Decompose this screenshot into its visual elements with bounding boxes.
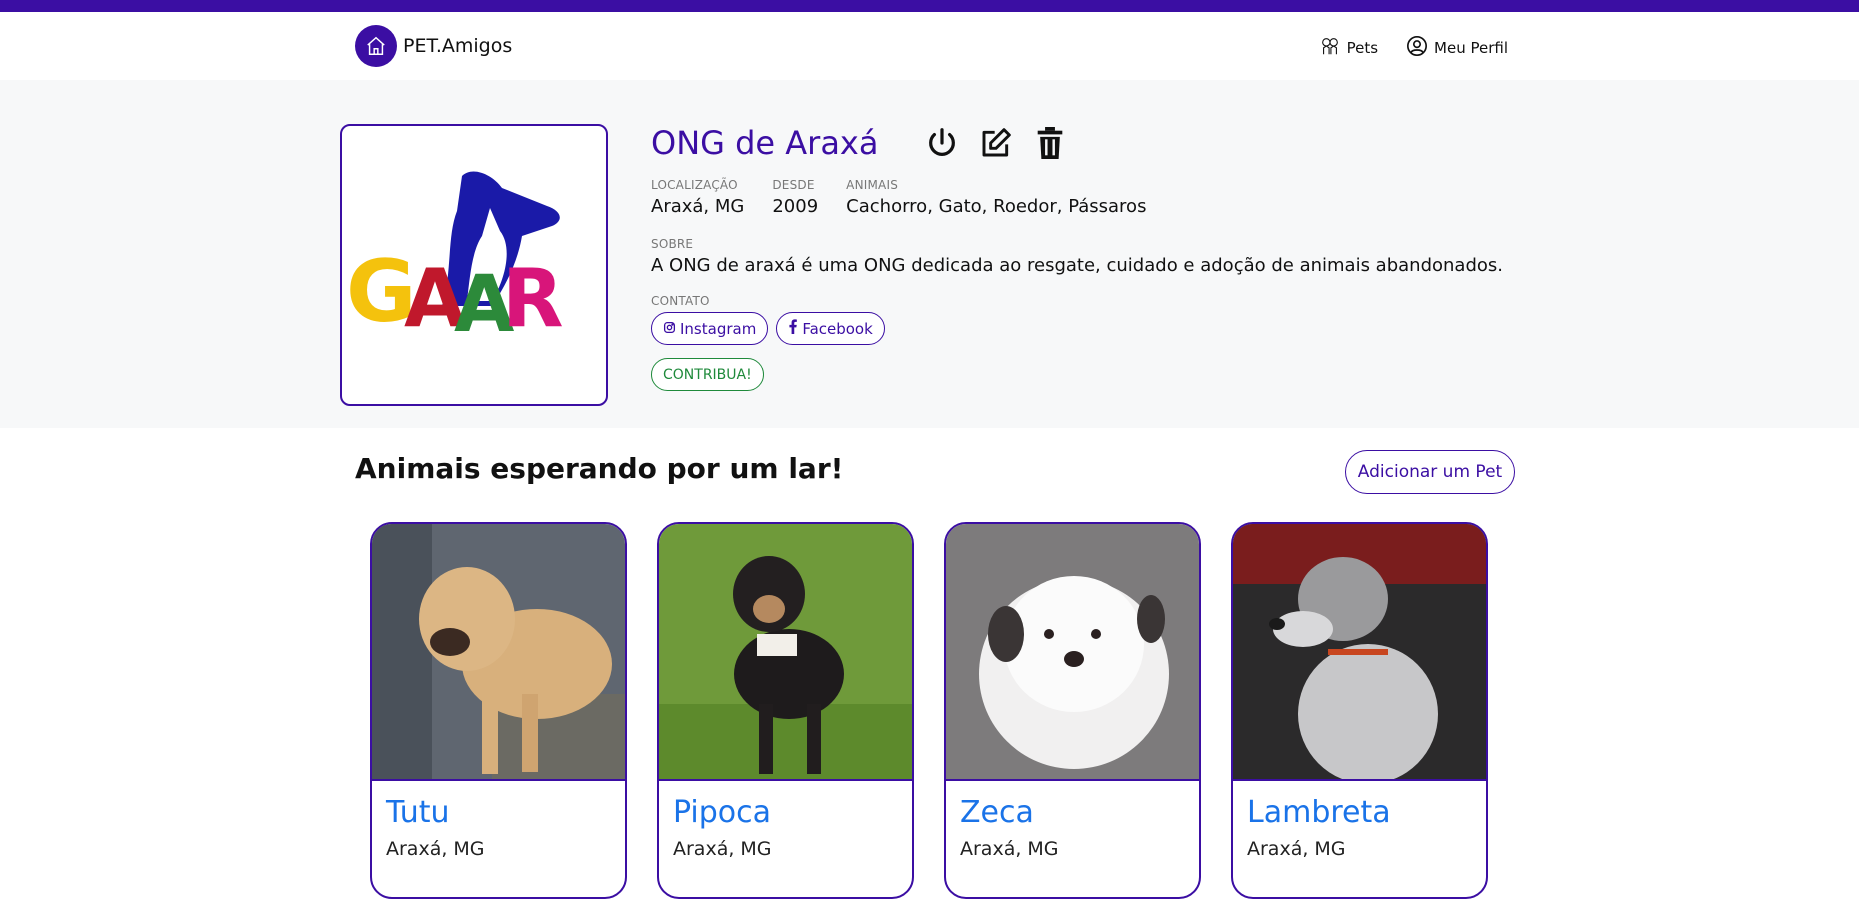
pet-location: Araxá, MG: [386, 838, 485, 860]
brand[interactable]: PET.Amigos: [355, 25, 512, 67]
field-value: Araxá, MG: [651, 196, 745, 217]
pet-name: Lambreta: [1247, 795, 1391, 830]
pet-card[interactable]: Zeca Araxá, MG: [944, 522, 1201, 899]
field-value: 2009: [772, 196, 819, 217]
pet-photo: [946, 524, 1199, 781]
pet-photo: [659, 524, 912, 781]
pet-photo: [372, 524, 625, 781]
facebook-icon: [788, 319, 798, 338]
instagram-button[interactable]: Instagram: [651, 312, 769, 345]
top-accent-bar: [0, 0, 1859, 12]
navbar: PET.Amigos Pets Meu Perfil: [0, 12, 1859, 80]
about-section: SOBRE A ONG de araxá é uma ONG dedicada …: [651, 237, 1503, 276]
add-pet-button[interactable]: Adicionar um Pet: [1345, 450, 1515, 494]
brand-name: PET.Amigos: [403, 35, 513, 57]
pet-name: Zeca: [960, 795, 1034, 830]
facebook-button[interactable]: Facebook: [776, 312, 885, 345]
field-location: LOCALIZAÇÃO Araxá, MG: [651, 178, 744, 217]
pet-location: Araxá, MG: [673, 838, 772, 860]
pets-section-title: Animais esperando por um lar!: [355, 452, 844, 485]
org-name: ONG de Araxá: [651, 124, 879, 162]
pet-cards: Tutu Araxá, MG Pipoca Araxá, MG Zeca Ara…: [370, 522, 1488, 899]
pet-name: Tutu: [386, 795, 450, 830]
field-value: Cachorro, Gato, Roedor, Pássaros: [846, 196, 1147, 217]
about-label: SOBRE: [651, 237, 694, 251]
pet-location: Araxá, MG: [960, 838, 1059, 860]
trash-icon[interactable]: [1032, 125, 1068, 161]
nav-link-label: Meu Perfil: [1434, 39, 1508, 57]
pet-name: Pipoca: [673, 795, 772, 830]
pet-location: Araxá, MG: [1247, 838, 1346, 860]
dogs-icon: [1319, 35, 1341, 61]
profile-fields: LOCALIZAÇÃO Araxá, MG DESDE 2009 ANIMAIS…: [651, 178, 1503, 217]
contact-section: CONTATO Instagram Facebook CONTRIBUA!: [651, 294, 1503, 391]
pet-photo: [1233, 524, 1486, 781]
svg-text:R: R: [502, 252, 564, 345]
nav-links: Pets Meu Perfil: [1319, 35, 1508, 61]
about-text: A ONG de araxá é uma ONG dedicada ao res…: [651, 255, 1503, 276]
instagram-label: Instagram: [680, 319, 757, 338]
contribute-button[interactable]: CONTRIBUA!: [651, 358, 764, 391]
house-icon: [355, 25, 397, 67]
pet-card[interactable]: Tutu Araxá, MG: [370, 522, 627, 899]
field-since: DESDE 2009: [772, 178, 818, 217]
field-label: LOCALIZAÇÃO: [651, 178, 738, 192]
profile-info: ONG de Araxá LOCALIZAÇÃO Araxá, MG DESDE…: [651, 124, 1503, 391]
facebook-label: Facebook: [802, 319, 873, 338]
nav-link-label: Pets: [1346, 39, 1379, 57]
profile-hero: G A A R ONG de Araxá LOCALIZAÇÃO Araxá, …: [0, 80, 1859, 428]
instagram-icon: [663, 320, 676, 338]
org-logo: G A A R: [340, 124, 608, 406]
contact-label: CONTATO: [651, 294, 710, 308]
profile-actions: [924, 125, 1068, 161]
field-label: DESDE: [772, 178, 815, 192]
pet-card[interactable]: Lambreta Araxá, MG: [1231, 522, 1488, 899]
nav-link-pets[interactable]: Pets: [1319, 35, 1378, 61]
edit-icon[interactable]: [978, 125, 1014, 161]
pet-card[interactable]: Pipoca Araxá, MG: [657, 522, 914, 899]
field-label: ANIMAIS: [846, 178, 899, 192]
nav-link-profile[interactable]: Meu Perfil: [1406, 35, 1508, 61]
field-animals: ANIMAIS Cachorro, Gato, Roedor, Pássaros: [846, 178, 1146, 217]
power-icon[interactable]: [924, 125, 960, 161]
user-circle-icon: [1406, 35, 1428, 61]
